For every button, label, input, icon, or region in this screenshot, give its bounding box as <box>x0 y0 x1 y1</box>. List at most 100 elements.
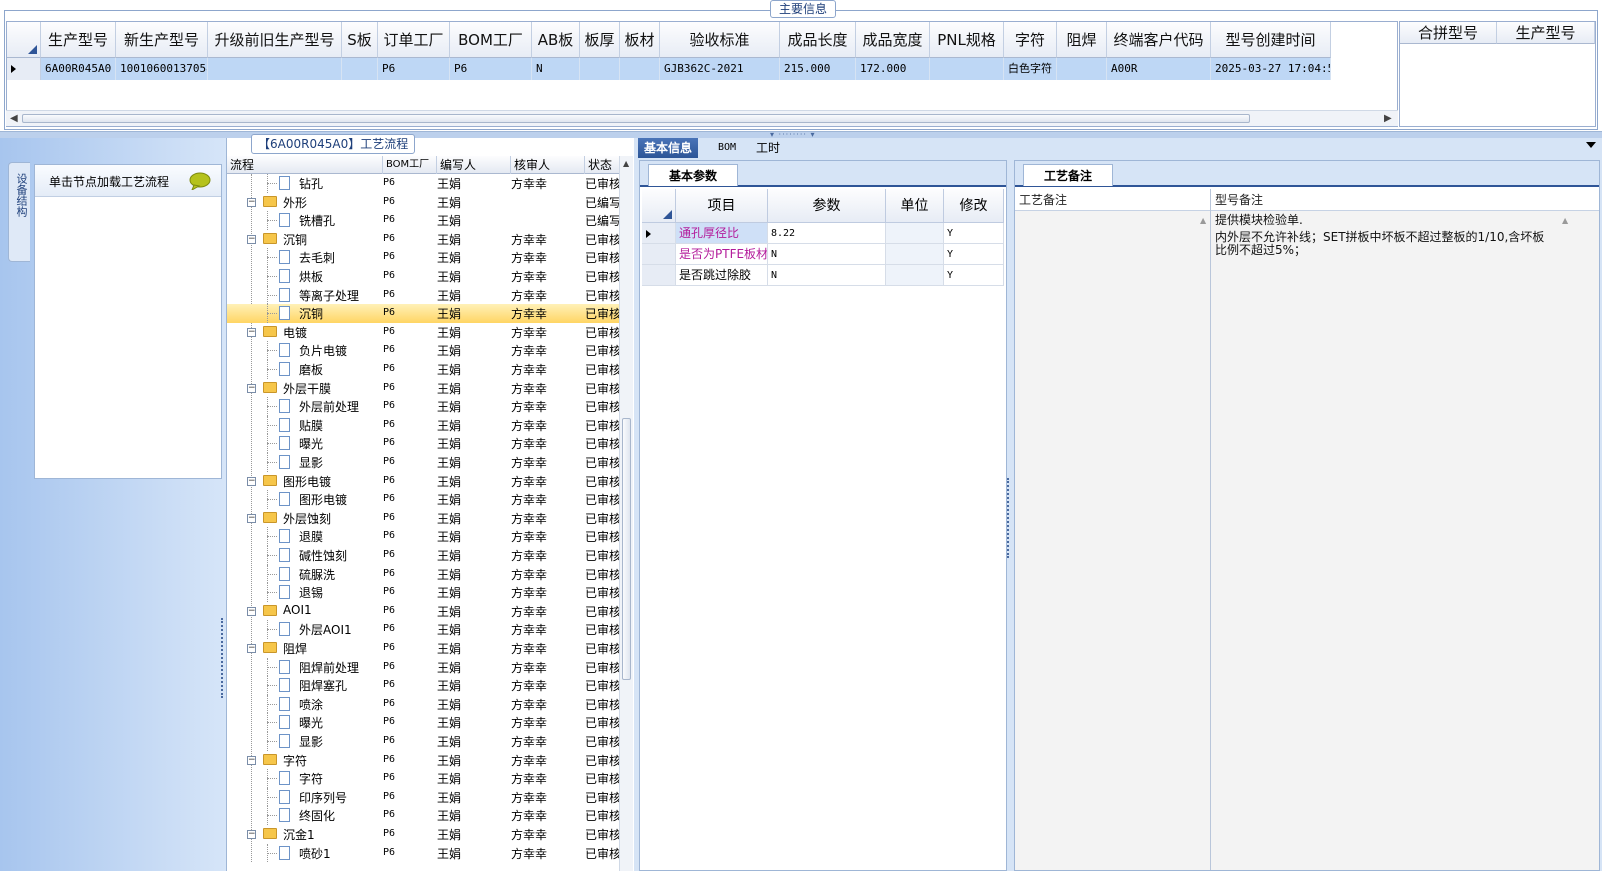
table-row[interactable]: 是否跳过除胶 N Y <box>642 265 1004 286</box>
notes-scrollbar-right[interactable]: ▲ <box>1559 213 1573 870</box>
col-header[interactable]: 升级前旧生产型号 <box>208 22 342 58</box>
tree-node-label[interactable]: 图形电镀 <box>299 491 347 508</box>
table-cell[interactable] <box>580 58 620 80</box>
col-header-reviewer[interactable]: 核审人 <box>511 156 585 174</box>
row-indicator[interactable] <box>642 223 676 244</box>
right-splitter-grip[interactable] <box>1007 478 1011 558</box>
tree-row[interactable]: 显影 P6 王娟 方幸幸 已审核 <box>227 453 619 472</box>
col-header-bom-factory[interactable]: BOM工厂 <box>383 156 437 174</box>
collapse-icon[interactable]: − <box>247 234 256 244</box>
col-header[interactable]: 成品长度 <box>780 22 856 58</box>
tree-row[interactable]: 印序列号 P6 王娟 方幸幸 已审核 <box>227 787 619 807</box>
tree-node-label[interactable]: 磨板 <box>299 361 323 378</box>
col-header[interactable]: 终端客户代码 <box>1107 22 1211 58</box>
table-row[interactable]: 通孔厚径比 8.22 Y <box>642 223 1004 244</box>
param-edit-cell[interactable]: Y <box>944 265 1004 286</box>
collapse-icon[interactable]: − <box>247 476 256 486</box>
model-notes-field[interactable]: 型号备注 ▲ 提供模块检验单. 内外层不允许补线；SET拼板中坏板不超过整板的1… <box>1200 189 1599 870</box>
tree-node-label[interactable]: 去毛刺 <box>299 249 335 266</box>
row-indicator[interactable] <box>7 58 41 80</box>
tree-row[interactable]: 铣槽孔 P6 王娟 已编写 <box>227 211 619 230</box>
tree-node-label[interactable]: 沉金1 <box>283 826 315 843</box>
tree-row[interactable]: 烘板 P6 王娟 方幸幸 已审核 <box>227 267 619 286</box>
table-cell[interactable]: 215.000 <box>780 58 856 80</box>
col-header[interactable]: 型号创建时间 <box>1211 22 1331 58</box>
tree-node-label[interactable]: 阻焊前处理 <box>299 659 359 676</box>
tab-work-hours[interactable]: 工时 <box>750 138 786 158</box>
table-cell[interactable]: P6 <box>378 58 450 80</box>
table-cell[interactable] <box>208 58 342 80</box>
tree-row[interactable]: 喷砂1 P6 王娟 方幸幸 已审核 <box>227 843 619 863</box>
process-tree[interactable]: 钻孔 P6 王娟 方幸幸 已审核 − 外形 P6 王娟 已编写 铣槽孔 P6 王娟 已编写 − 沉铜 P6 王娟方… <box>227 174 619 871</box>
tree-row[interactable]: 贴膜 P6 王娟 方幸幸 已审核 <box>227 415 619 435</box>
scroll-left-icon[interactable]: ◀ <box>10 113 18 124</box>
tree-row[interactable]: 喷涂 P6 王娟 方幸幸 已审核 <box>227 694 619 714</box>
tree-node-label[interactable]: 硫脲洗 <box>299 566 335 583</box>
tree-row[interactable]: 等离子处理 P6 王娟 方幸幸 已审核 <box>227 285 619 305</box>
tree-row[interactable]: 退膜 P6 王娟 方幸幸 已审核 <box>227 527 619 546</box>
collapse-icon[interactable]: − <box>247 383 256 393</box>
tree-node-label[interactable]: 电镀 <box>283 324 307 341</box>
col-header[interactable]: 新生产型号 <box>116 22 208 58</box>
chevron-down-icon[interactable] <box>1586 142 1596 148</box>
col-header[interactable]: 生产型号 <box>41 22 116 58</box>
param-unit-cell[interactable] <box>886 265 944 286</box>
table-cell[interactable]: A00R <box>1107 58 1211 80</box>
col-header[interactable]: 订单工厂 <box>378 22 450 58</box>
tree-row[interactable]: 阻焊前处理 P6 王娟 方幸幸 已审核 <box>227 657 619 677</box>
scroll-up-icon[interactable]: ▲ <box>623 159 629 168</box>
col-header[interactable]: 合拼型号 <box>1400 22 1497 44</box>
col-header[interactable]: S板 <box>342 22 378 58</box>
collapse-icon[interactable]: − <box>247 197 256 207</box>
tab-process-notes[interactable]: 工艺备注 <box>1023 164 1113 186</box>
tab-basic-params[interactable]: 基本参数 <box>648 164 738 186</box>
tree-row[interactable]: 图形电镀 P6 王娟 方幸幸 已审核 <box>227 490 619 509</box>
tree-node-label[interactable]: 外层蚀刻 <box>283 510 331 527</box>
tree-row[interactable]: − AOI1 P6 王娟 方幸幸 已审核 <box>227 602 619 621</box>
collapse-icon[interactable]: − <box>247 755 256 765</box>
col-header-value[interactable]: 参数 <box>768 189 886 223</box>
tree-row[interactable]: − 外层干膜 P6 王娟 方幸幸 已审核 <box>227 379 619 398</box>
tree-row[interactable]: − 图形电镀 P6 王娟 方幸幸 已审核 <box>227 472 619 491</box>
col-header[interactable]: 成品宽度 <box>856 22 930 58</box>
param-value-input[interactable]: N <box>768 244 886 265</box>
col-header-unit[interactable]: 单位 <box>886 189 944 223</box>
tree-row[interactable]: 终固化 P6 王娟 方幸幸 已审核 <box>227 806 619 825</box>
table-cell[interactable]: GJB362C-2021 <box>660 58 780 80</box>
col-header[interactable]: 板材 <box>620 22 660 58</box>
tree-node-label[interactable]: 外形 <box>283 194 307 211</box>
table-cell[interactable]: 6A00R045A0 <box>41 58 116 80</box>
collapse-icon[interactable]: − <box>247 327 256 337</box>
collapse-icon[interactable]: − <box>247 513 256 523</box>
tree-row[interactable]: 沉铜 P6 王娟 方幸幸 已审核 <box>227 304 619 323</box>
col-header[interactable]: 生产型号 <box>1497 22 1595 44</box>
table-cell[interactable]: P6 <box>450 58 532 80</box>
tree-row[interactable]: − 电镀 P6 王娟 方幸幸 已审核 <box>227 323 619 342</box>
param-edit-cell[interactable]: Y <box>944 223 1004 244</box>
tree-row[interactable]: − 沉铜 P6 王娟 方幸幸 已审核 <box>227 230 619 249</box>
col-header[interactable]: AB板 <box>532 22 580 58</box>
tree-node-label[interactable]: 曝光 <box>299 714 323 731</box>
tab-bom[interactable]: BOM <box>712 138 742 158</box>
table-cell[interactable]: 2025-03-27 17:04:50 <box>1211 58 1331 80</box>
tree-row[interactable]: 负片电镀 P6 王娟 方幸幸 已审核 <box>227 341 619 360</box>
table-cell[interactable] <box>930 58 1004 80</box>
tree-row[interactable]: 外层前处理 P6 王娟 方幸幸 已审核 <box>227 397 619 416</box>
tree-node-label[interactable]: 铣槽孔 <box>299 212 335 229</box>
tree-row[interactable]: 磨板 P6 王娟 方幸幸 已审核 <box>227 360 619 379</box>
tree-row[interactable]: 外层AOI1 P6 王娟 方幸幸 已审核 <box>227 620 619 639</box>
param-edit-cell[interactable]: Y <box>944 244 1004 265</box>
horizontal-scrollbar[interactable]: ◀ ▶ <box>6 110 1398 126</box>
params-grid[interactable]: 项目 参数 单位 修改 通孔厚径比 8.22 Y 是否为PTFE板材 N Y 是否跳过除胶 N… <box>642 189 1004 286</box>
tree-node-label[interactable]: 曝光 <box>299 435 323 452</box>
equipment-tree-box[interactable]: 单击节点加载工艺流程 <box>34 164 222 479</box>
collapse-icon[interactable]: − <box>247 830 256 839</box>
col-header[interactable]: 验收标准 <box>660 22 780 58</box>
tree-row[interactable]: 曝光 P6 王娟 方幸幸 已审核 <box>227 434 619 453</box>
table-cell[interactable] <box>620 58 660 80</box>
tree-row[interactable]: 阻焊塞孔 P6 王娟 方幸幸 已审核 <box>227 676 619 695</box>
collapse-icon[interactable]: − <box>247 644 256 653</box>
col-header[interactable]: 板厚 <box>580 22 620 58</box>
col-header-item[interactable]: 项目 <box>676 189 768 223</box>
tree-node-label[interactable]: 外层前处理 <box>299 398 359 415</box>
